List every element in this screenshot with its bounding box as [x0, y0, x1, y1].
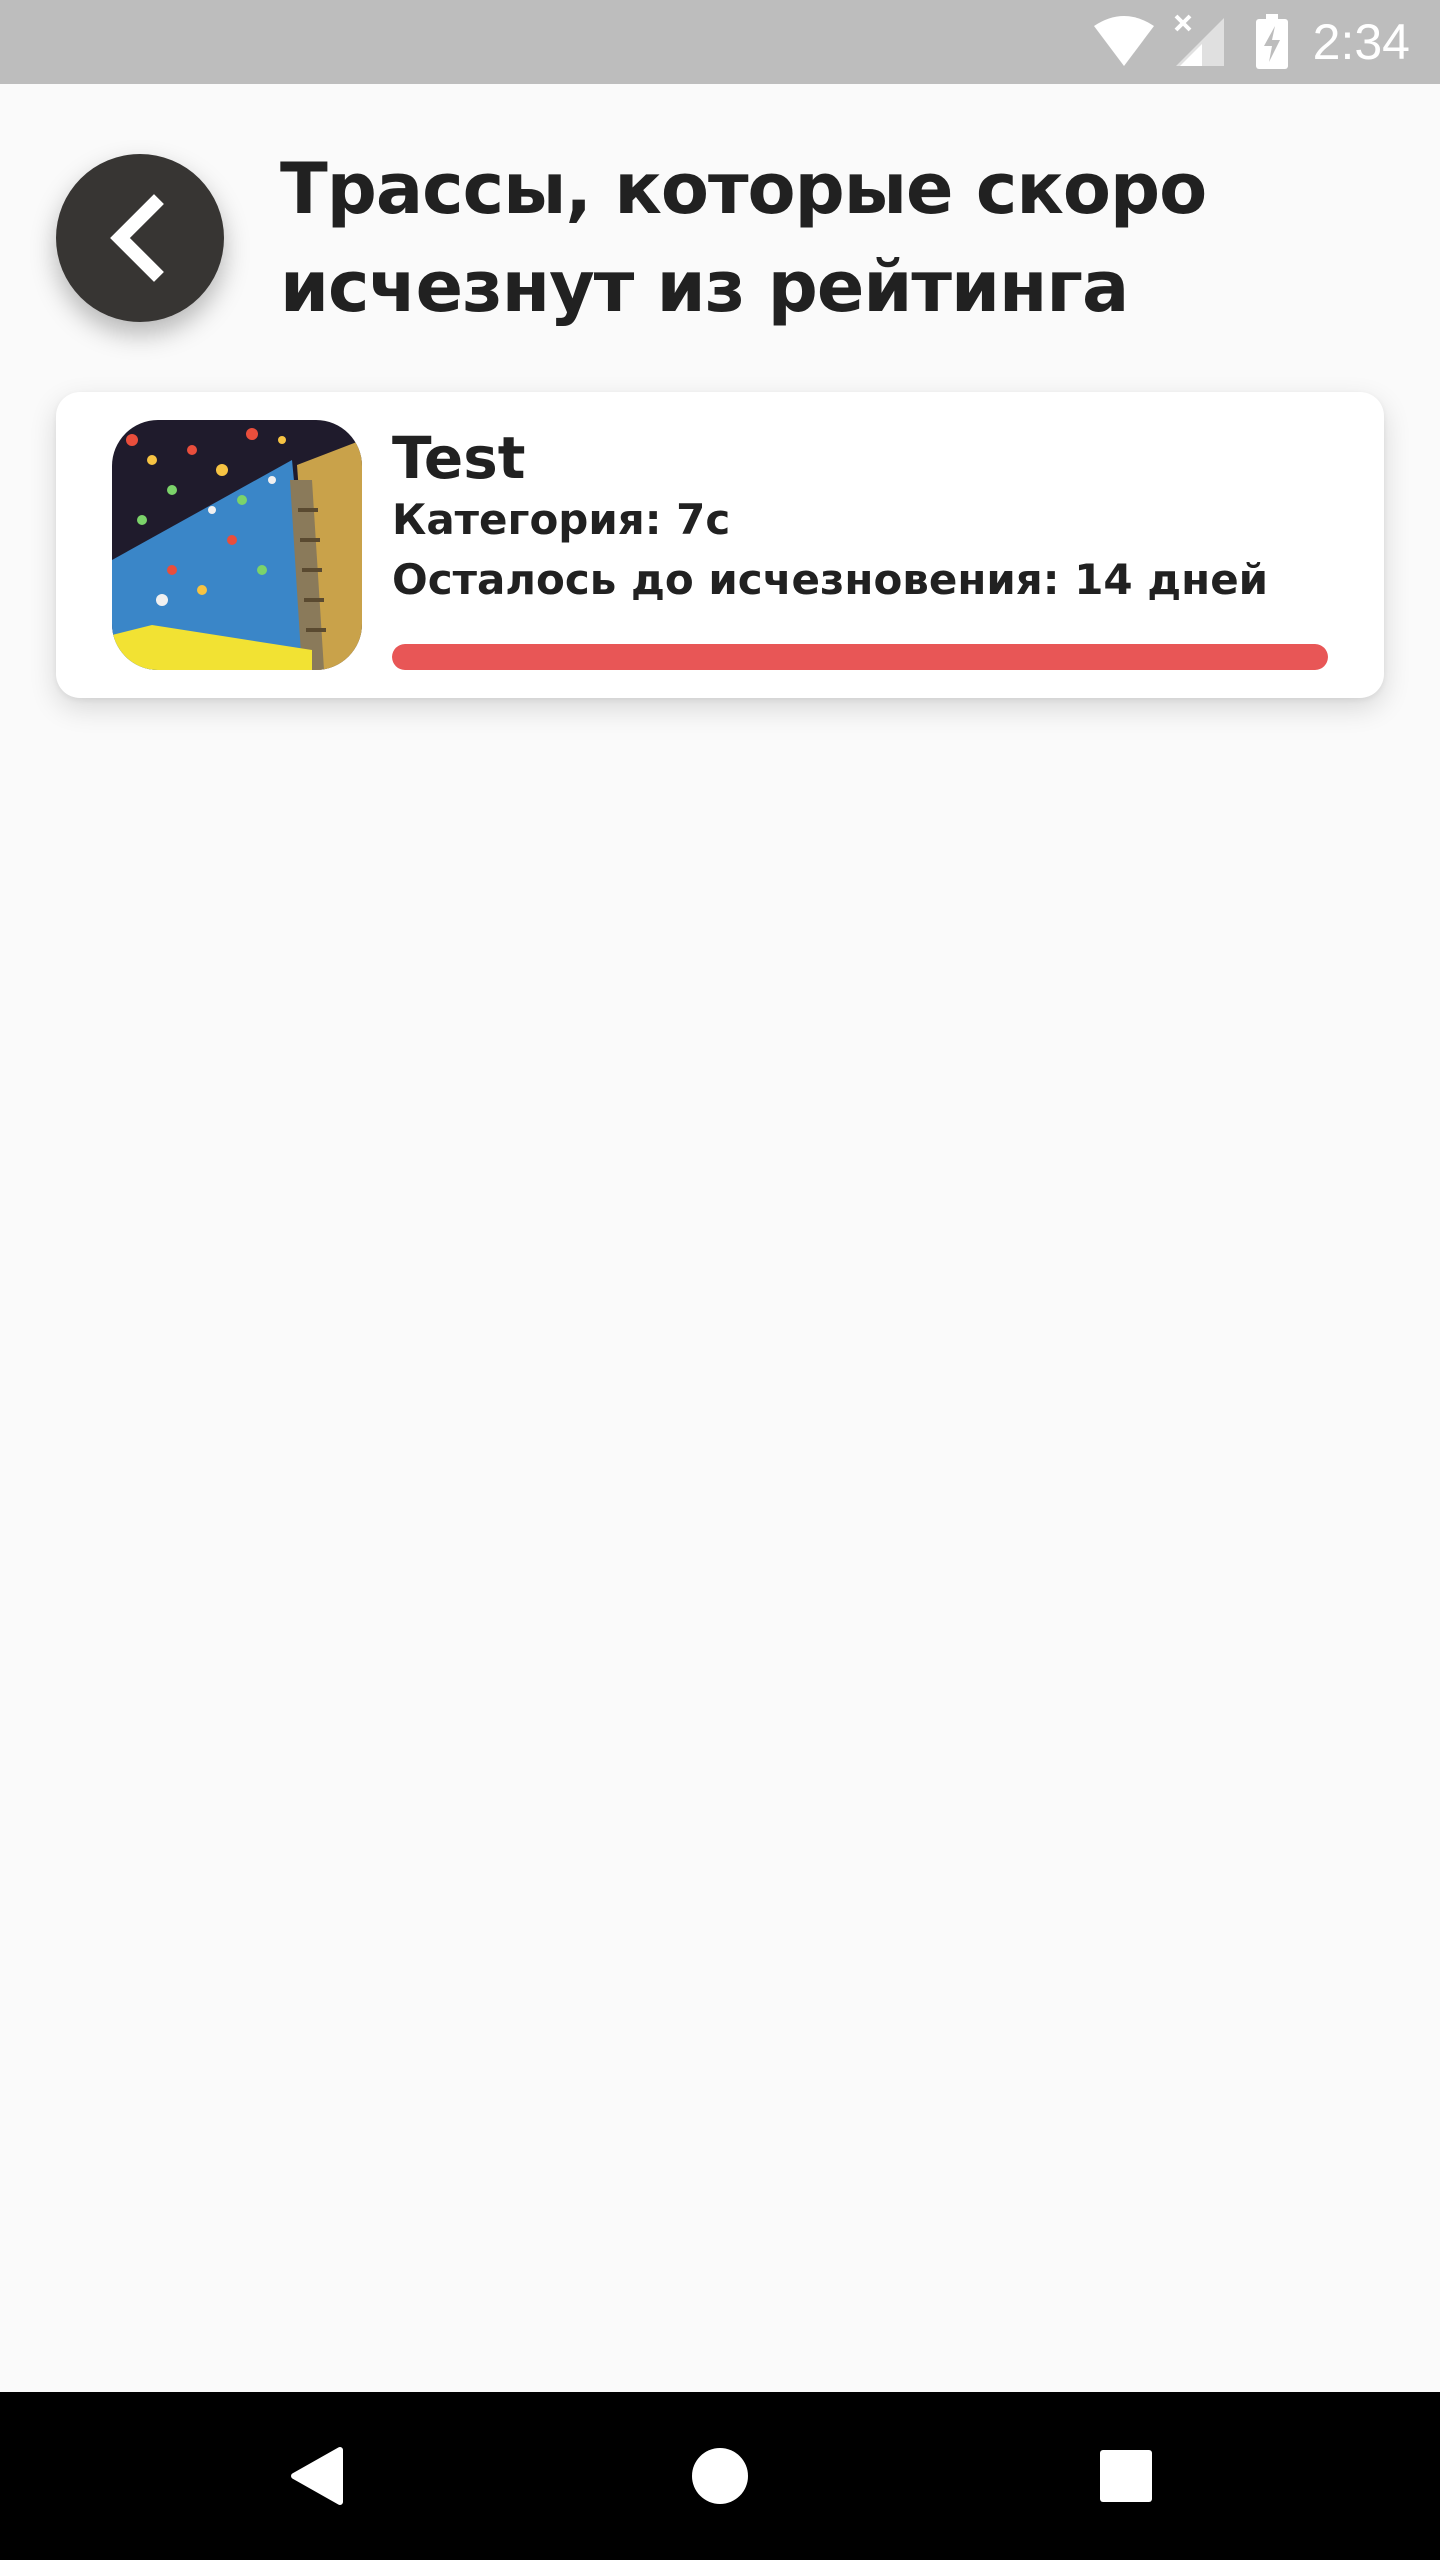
back-button[interactable]: [56, 154, 224, 322]
route-category: Категория: 7c: [392, 495, 731, 544]
nav-back-button[interactable]: [266, 2426, 366, 2526]
route-expiry-progress-bar: [392, 644, 1328, 670]
recents-square-icon: [1100, 2450, 1152, 2502]
nav-home-button[interactable]: [670, 2426, 770, 2526]
route-remaining-time: Осталось до исчезновения: 14 дней: [392, 555, 1269, 604]
wifi-icon: [1094, 16, 1154, 66]
page-title: Трассы, которые скоро исчезнут из рейтин…: [280, 148, 1207, 328]
chevron-left-icon: [110, 194, 164, 282]
home-circle-icon: [692, 2448, 748, 2504]
back-triangle-icon: [291, 2447, 343, 2505]
progress-fill: [392, 644, 1328, 670]
status-time: 2:34: [1312, 14, 1410, 70]
status-bar: 2:34: [0, 0, 1440, 84]
route-photo: [112, 420, 362, 670]
route-name: Test: [392, 424, 526, 492]
battery-charging-icon: [1256, 14, 1288, 69]
navigation-bar: [0, 2392, 1440, 2560]
signal-no-sim-icon: [1174, 14, 1224, 66]
nav-recents-button[interactable]: [1076, 2426, 1176, 2526]
route-card[interactable]: Test Категория: 7c Осталось до исчезнове…: [56, 392, 1384, 698]
